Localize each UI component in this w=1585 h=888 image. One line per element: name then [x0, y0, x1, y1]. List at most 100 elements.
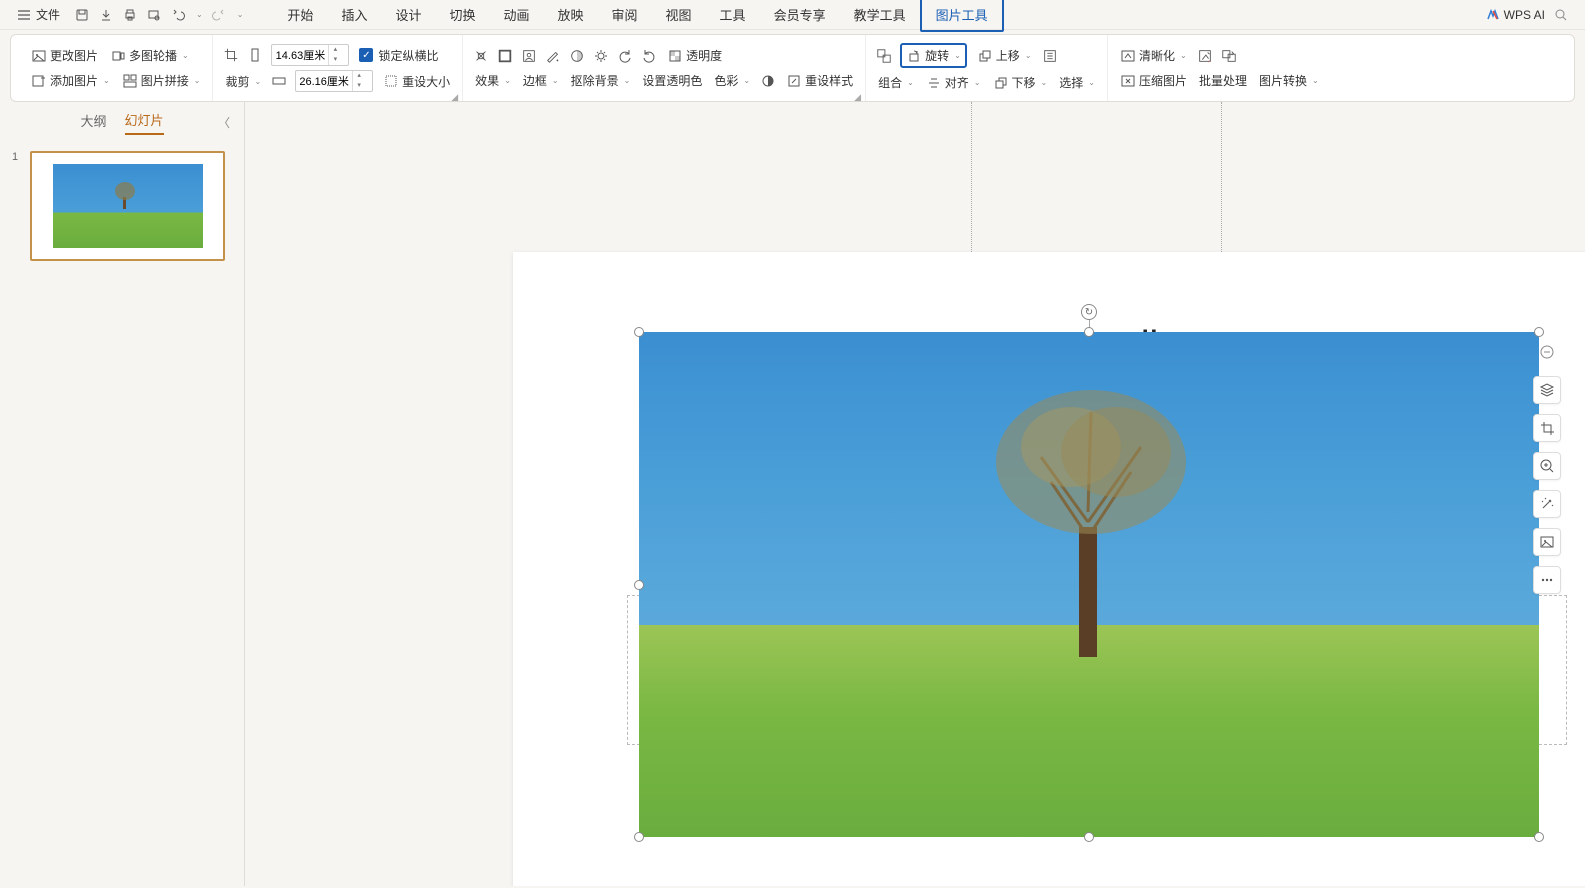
rotate-ccw-icon[interactable] [641, 48, 657, 64]
align-icon [926, 75, 942, 91]
wps-ai-button[interactable]: WPS AI [1486, 8, 1545, 22]
more-tools-button[interactable] [1533, 566, 1561, 594]
transparent-color-icon[interactable] [545, 48, 561, 64]
qat-more[interactable]: ⌄ [237, 10, 244, 19]
export-icon[interactable] [98, 7, 114, 23]
contrast-icon[interactable] [760, 73, 776, 89]
rotate-cw-icon[interactable] [617, 48, 633, 64]
magic-button[interactable] [1533, 490, 1561, 518]
search-icon[interactable] [1553, 7, 1569, 23]
transparency-button[interactable]: 透明度 [665, 45, 724, 66]
width-input[interactable]: ▴▾ [295, 70, 373, 92]
resize-handle-tr[interactable] [1534, 327, 1544, 337]
zoom-out-button[interactable] [1533, 338, 1561, 366]
tab-member[interactable]: 会员专享 [760, 0, 840, 30]
select-button[interactable]: 选择⌄ [1057, 72, 1097, 93]
rotate-handle[interactable]: ↻ [1081, 304, 1097, 320]
add-image-button[interactable]: 添加图片⌄ [29, 70, 112, 91]
selected-image[interactable]: ↻ [639, 332, 1539, 837]
tab-teaching[interactable]: 教学工具 [840, 0, 920, 30]
save-icon[interactable] [74, 7, 90, 23]
layers-button[interactable] [1533, 376, 1561, 404]
tab-design[interactable]: 设计 [381, 0, 435, 30]
resize-handle-br[interactable] [1534, 832, 1544, 842]
image-info-button[interactable] [1533, 528, 1561, 556]
reset-size-button[interactable]: 重设大小 [381, 71, 452, 92]
slide-thumbnail[interactable] [30, 151, 225, 261]
redo-icon[interactable] [211, 7, 227, 23]
crop-icon[interactable] [223, 47, 239, 63]
image-add-icon [31, 73, 47, 89]
multi-outline-button[interactable]: 多图轮播⌄ [108, 45, 191, 66]
group-button[interactable]: 组合⌄ [876, 72, 916, 93]
batch-icon-top[interactable] [1197, 48, 1213, 64]
width-up[interactable]: ▴ [353, 71, 365, 81]
file-menu[interactable]: 文件 [8, 2, 68, 27]
resize-handle-tl[interactable] [634, 327, 644, 337]
remove-bg-icon[interactable] [521, 48, 537, 64]
height-down[interactable]: ▾ [329, 55, 341, 65]
height-up[interactable]: ▴ [329, 45, 341, 55]
width-icon [271, 73, 287, 89]
compress-button[interactable]: 压缩图片 [1118, 70, 1189, 91]
crop-button[interactable]: 裁剪⌄ [223, 71, 263, 92]
crop-tool-button[interactable] [1533, 414, 1561, 442]
resize-handle-bl[interactable] [634, 832, 644, 842]
brightness-icon[interactable] [593, 48, 609, 64]
convert-icon-top[interactable] [1221, 48, 1237, 64]
undo-icon[interactable] [170, 7, 186, 23]
resize-handle-bm[interactable] [1084, 832, 1094, 842]
width-down[interactable]: ▾ [353, 81, 365, 91]
body-area: 大纲 幻灯片 〈 1 此 [0, 102, 1585, 886]
tab-transition[interactable]: 切换 [435, 0, 489, 30]
tab-view[interactable]: 视图 [652, 0, 706, 30]
sharpen-button[interactable]: 清晰化⌄ [1118, 45, 1189, 66]
preview-icon[interactable] [146, 7, 162, 23]
transparency-icon [667, 48, 683, 64]
rotate-button[interactable]: 旋转⌄ [900, 43, 967, 68]
thumbnail-item[interactable]: 1 [12, 151, 232, 261]
bring-up-button[interactable]: 上移⌄ [975, 45, 1034, 66]
select-pane-icon[interactable] [1042, 48, 1058, 64]
border-button[interactable]: 边框⌄ [521, 70, 561, 91]
align-button[interactable]: 对齐⌄ [924, 72, 983, 93]
canvas[interactable]: 此 ↻ [245, 102, 1585, 886]
undo-dropdown[interactable]: ⌄ [196, 10, 203, 19]
group-adjust: 透明度 效果⌄ 边框⌄ 抠除背景⌄ 设置透明色 色彩⌄ 重设样式 ◢ [463, 35, 866, 101]
set-trans-color-button[interactable]: 设置透明色 [640, 70, 704, 91]
color-icon[interactable] [569, 48, 585, 64]
sharpen-icon [1120, 48, 1136, 64]
resize-handle-tm[interactable] [1084, 327, 1094, 337]
tab-slideshow[interactable]: 放映 [544, 0, 598, 30]
image-join-button[interactable]: 图片拼接⌄ [120, 70, 203, 91]
border-icon[interactable] [497, 48, 513, 64]
compress-icon [1120, 73, 1136, 89]
group-optimize: 清晰化⌄ 压缩图片 批量处理 图片转换⌄ [1108, 35, 1331, 101]
tab-picture-tools[interactable]: 图片工具 [920, 0, 1004, 32]
tab-start[interactable]: 开始 [273, 0, 327, 30]
tab-insert[interactable]: 插入 [327, 0, 381, 30]
tab-tools[interactable]: 工具 [706, 0, 760, 30]
group-icon[interactable] [876, 48, 892, 64]
batch-button[interactable]: 批量处理 [1197, 70, 1249, 91]
zoom-in-button[interactable] [1533, 452, 1561, 480]
reset-style-button[interactable]: 重设样式 [784, 70, 855, 91]
print-icon[interactable] [122, 7, 138, 23]
ribbon: 更改图片 多图轮播⌄ 添加图片⌄ 图片拼接⌄ ▴▾ ✓锁定纵横比 裁剪⌄ ▴▾ … [10, 34, 1575, 102]
tab-animation[interactable]: 动画 [489, 0, 543, 30]
tab-review[interactable]: 审阅 [598, 0, 652, 30]
nav-collapse-icon[interactable]: 〈 [218, 114, 230, 131]
remove-bg-button[interactable]: 抠除背景⌄ [569, 70, 633, 91]
lock-ratio-checkbox[interactable]: ✓锁定纵横比 [357, 45, 440, 66]
change-image-button[interactable]: 更改图片 [29, 45, 100, 66]
resize-handle-ml[interactable] [634, 580, 644, 590]
height-input[interactable]: ▴▾ [271, 44, 349, 66]
convert-button[interactable]: 图片转换⌄ [1257, 70, 1321, 91]
nav-tab-slides[interactable]: 幻灯片 [125, 110, 164, 135]
effect-icon[interactable] [473, 48, 489, 64]
reset-style-icon [786, 73, 802, 89]
nav-tab-outline[interactable]: 大纲 [80, 111, 106, 134]
effect-button[interactable]: 效果⌄ [473, 70, 513, 91]
color-button[interactable]: 色彩⌄ [712, 70, 752, 91]
send-down-button[interactable]: 下移⌄ [991, 72, 1050, 93]
